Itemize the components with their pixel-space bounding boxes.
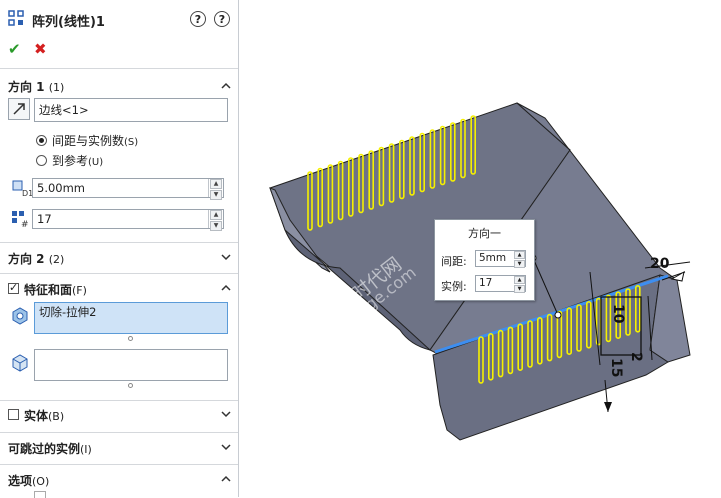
callout-spacing-spinner[interactable]: ▲ ▼ (514, 251, 525, 268)
callout-spacing-label: 间距: (441, 255, 467, 268)
direction-callout[interactable]: 方向一 间距: 5mm ▲ ▼ 实例: 17 ▲ ▼ (434, 219, 535, 301)
dimension-10: 10 (610, 304, 626, 324)
dimension-20: 20 (650, 256, 670, 272)
callout-instances-label: 实例: (441, 280, 467, 293)
callout-instances-spinner[interactable]: ▲ ▼ (514, 276, 525, 293)
sheet-metal-model[interactable]: 20 10 2 15 机械时代网 www.jxage.com (0, 0, 721, 497)
callout-title: 方向一 (468, 227, 501, 240)
dimension-15: 15 (608, 358, 624, 377)
